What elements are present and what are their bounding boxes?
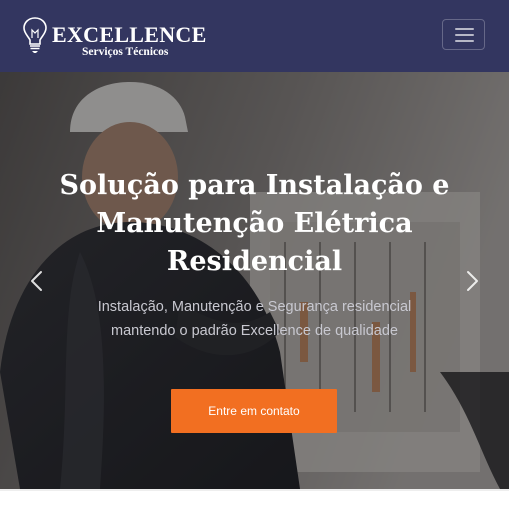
section-divider <box>0 489 509 491</box>
chevron-left-icon[interactable] <box>22 266 52 296</box>
menu-toggle-button[interactable] <box>442 19 485 50</box>
hamburger-menu-icon <box>455 28 474 30</box>
brand-tagline: Serviços Técnicos <box>82 46 169 58</box>
hero-title: Solução para Instalação e Manutenção Elé… <box>59 170 450 277</box>
next-section-edge <box>0 489 509 509</box>
contact-cta-button[interactable]: Entre em contato <box>171 389 337 433</box>
hamburger-menu-icon-bar <box>455 40 474 42</box>
brand-logo[interactable]: EXCELLENCE Serviços Técnicos <box>22 16 212 58</box>
chevron-right-icon[interactable] <box>457 266 487 296</box>
navbar: EXCELLENCE Serviços Técnicos <box>0 0 509 72</box>
hamburger-menu-icon-bar <box>455 34 474 36</box>
hero-subtitle: Instalação, Manutenção e Segurança resid… <box>97 299 412 339</box>
lightbulb-icon <box>23 17 47 53</box>
hero-carousel: Solução para Instalação e Manutenção Elé… <box>0 72 509 489</box>
